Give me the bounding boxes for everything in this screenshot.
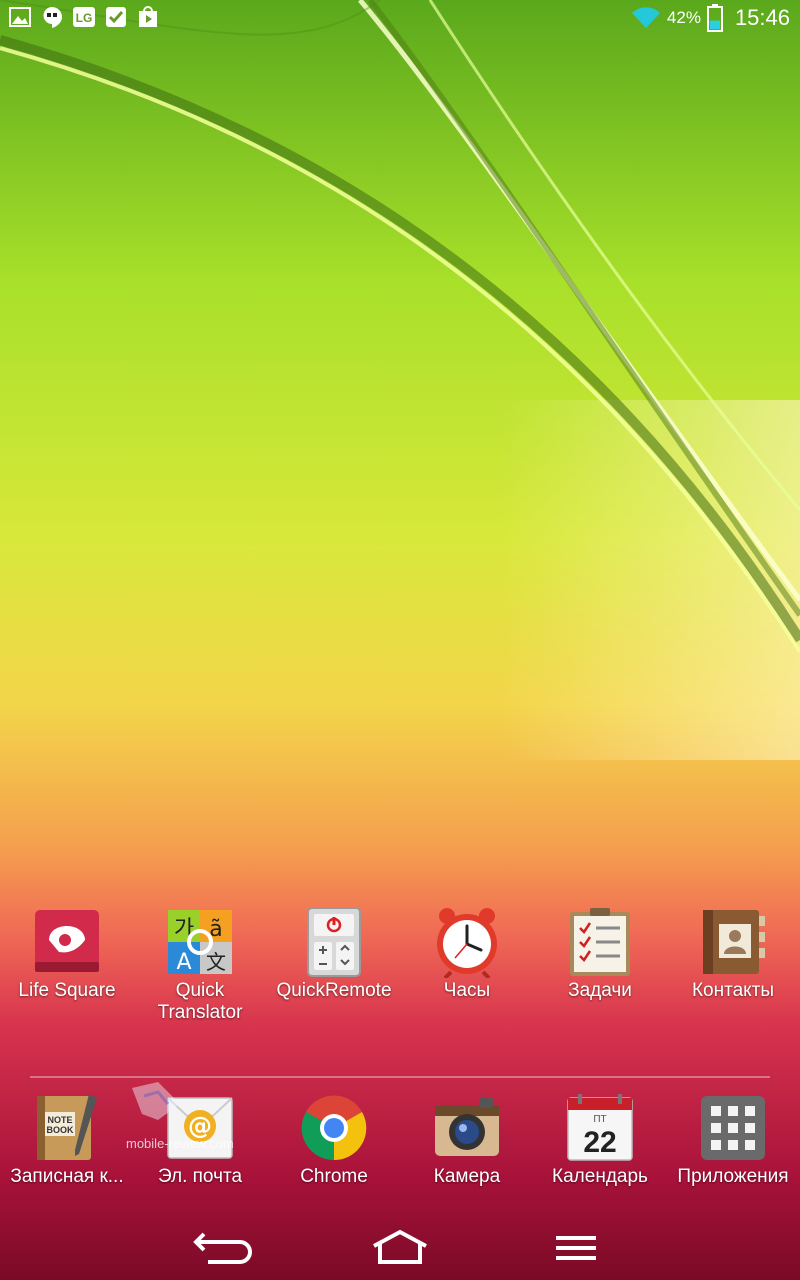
chrome-icon bbox=[301, 1095, 367, 1161]
app-label: QuickRemote bbox=[276, 980, 392, 1001]
watermark: mobile-review.com bbox=[126, 1080, 234, 1160]
app-calendar[interactable]: ПТ 22 Календарь bbox=[534, 1092, 666, 1188]
tasks-icon bbox=[570, 908, 630, 976]
gallery-icon bbox=[9, 7, 31, 27]
calendar-icon: ПТ 22 bbox=[567, 1094, 633, 1161]
menu-icon[interactable] bbox=[540, 1226, 612, 1270]
app-label: Life Square bbox=[18, 980, 116, 1001]
hangouts-icon bbox=[43, 7, 62, 28]
translator-glyph: 文 bbox=[206, 950, 226, 974]
app-quick-translator[interactable]: 가 ã A 文 Quick Translator bbox=[134, 906, 266, 1024]
app-label: Календарь bbox=[552, 1166, 648, 1187]
navigation-bar bbox=[0, 1218, 800, 1280]
apps-grid-icon bbox=[701, 1096, 765, 1160]
notebook-text: BOOK bbox=[47, 1125, 75, 1135]
app-camera[interactable]: Камера bbox=[401, 1092, 533, 1188]
clock-icon bbox=[437, 908, 497, 978]
calendar-day: 22 bbox=[583, 1126, 616, 1159]
play-store-icon bbox=[139, 6, 157, 27]
clock-time: 15:46 bbox=[734, 5, 790, 30]
watermark-text: mobile-review.com bbox=[126, 1136, 234, 1151]
app-label: Chrome bbox=[300, 1166, 368, 1187]
camera-icon bbox=[435, 1098, 499, 1156]
app-quickremote[interactable]: QuickRemote bbox=[268, 906, 400, 1002]
back-icon[interactable] bbox=[188, 1226, 260, 1270]
app-clock[interactable]: Часы bbox=[401, 906, 533, 1002]
app-label: Записная к... bbox=[10, 1166, 124, 1187]
home-icon[interactable] bbox=[364, 1226, 436, 1270]
app-chrome[interactable]: Chrome bbox=[268, 1092, 400, 1188]
tasks-check-icon bbox=[106, 7, 126, 27]
app-contacts[interactable]: Контакты bbox=[667, 906, 799, 1002]
notification-icons: LG bbox=[8, 5, 160, 29]
svg-text:LG: LG bbox=[76, 11, 93, 25]
lg-icon: LG bbox=[73, 7, 95, 27]
translator-glyph: A bbox=[176, 950, 191, 975]
quickremote-icon bbox=[307, 907, 361, 977]
app-life-square[interactable]: Life Square bbox=[1, 906, 133, 1002]
app-label: Эл. почта bbox=[157, 1166, 243, 1187]
app-label: Часы bbox=[443, 980, 491, 1001]
calendar-weekday: ПТ bbox=[593, 1114, 606, 1125]
contacts-icon bbox=[703, 910, 765, 974]
app-tasks[interactable]: Задачи bbox=[534, 906, 666, 1002]
app-label: Задачи bbox=[568, 980, 632, 1001]
app-apps-drawer[interactable]: Приложения bbox=[667, 1092, 799, 1188]
quick-translator-icon: 가 ã A 文 bbox=[168, 910, 232, 975]
battery-icon bbox=[706, 4, 723, 32]
wallpaper bbox=[0, 0, 800, 1280]
wifi-icon bbox=[631, 7, 660, 29]
status-bar[interactable]: LG 42% 15:46 bbox=[0, 0, 800, 36]
battery-percent: 42% bbox=[666, 8, 701, 27]
app-label: Камера bbox=[433, 1166, 501, 1187]
notebook-icon: NOTE BOOK bbox=[37, 1094, 97, 1160]
app-label: Контакты bbox=[691, 980, 775, 1001]
life-square-icon bbox=[35, 910, 99, 972]
app-label: Приложения bbox=[677, 1166, 789, 1187]
notebook-text: NOTE bbox=[47, 1115, 72, 1125]
app-notebook[interactable]: NOTE BOOK Записная к... bbox=[1, 1092, 133, 1188]
app-label: Quick Translator bbox=[157, 980, 243, 1023]
dock-divider bbox=[30, 1076, 770, 1078]
watermark-logo-icon bbox=[132, 1082, 180, 1120]
